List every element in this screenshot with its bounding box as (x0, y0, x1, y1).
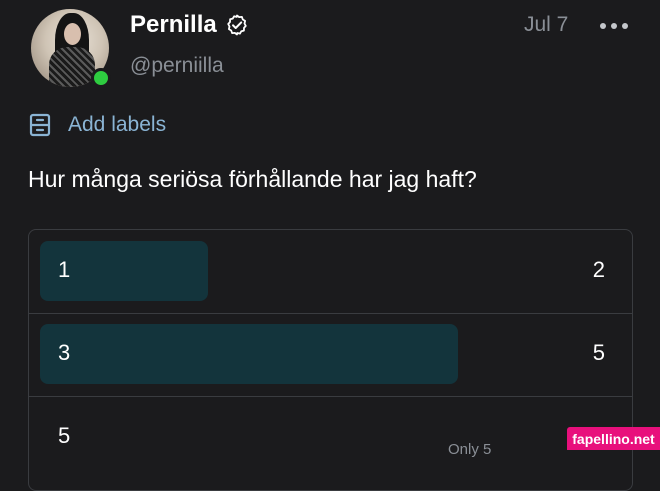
watermark: fapellino.net (567, 427, 660, 450)
poll-option[interactable]: 5 0 (29, 396, 632, 479)
poll: 1 2 3 5 5 0 (28, 229, 633, 491)
poll-option-bar (40, 324, 458, 384)
poll-option-count: 5 (592, 340, 605, 365)
poll-option-label: 3 (58, 340, 71, 365)
poll-option-label: 1 (58, 257, 71, 282)
poll-option[interactable]: 3 5 (29, 313, 632, 397)
author-name-row: Pernilla (130, 11, 249, 39)
verified-icon (227, 14, 247, 36)
poll-option-count: 2 (592, 257, 605, 282)
add-labels-button[interactable]: Add labels (28, 112, 166, 138)
add-labels-label: Add labels (68, 113, 167, 136)
poll-question: Hur många seriösa förhållande har jag ha… (28, 166, 477, 192)
online-status-indicator (91, 68, 111, 88)
label-icon (29, 113, 51, 137)
avatar-face (64, 23, 81, 45)
author-name[interactable]: Pernilla (130, 11, 217, 39)
avatar-body (49, 47, 95, 87)
poll-option-label: 5 (58, 423, 71, 448)
post-date[interactable]: Jul 7 (524, 13, 568, 37)
more-options-icon[interactable] (600, 20, 632, 32)
author-handle[interactable]: @perniilla (130, 54, 224, 78)
poll-option[interactable]: 1 2 (29, 230, 632, 314)
